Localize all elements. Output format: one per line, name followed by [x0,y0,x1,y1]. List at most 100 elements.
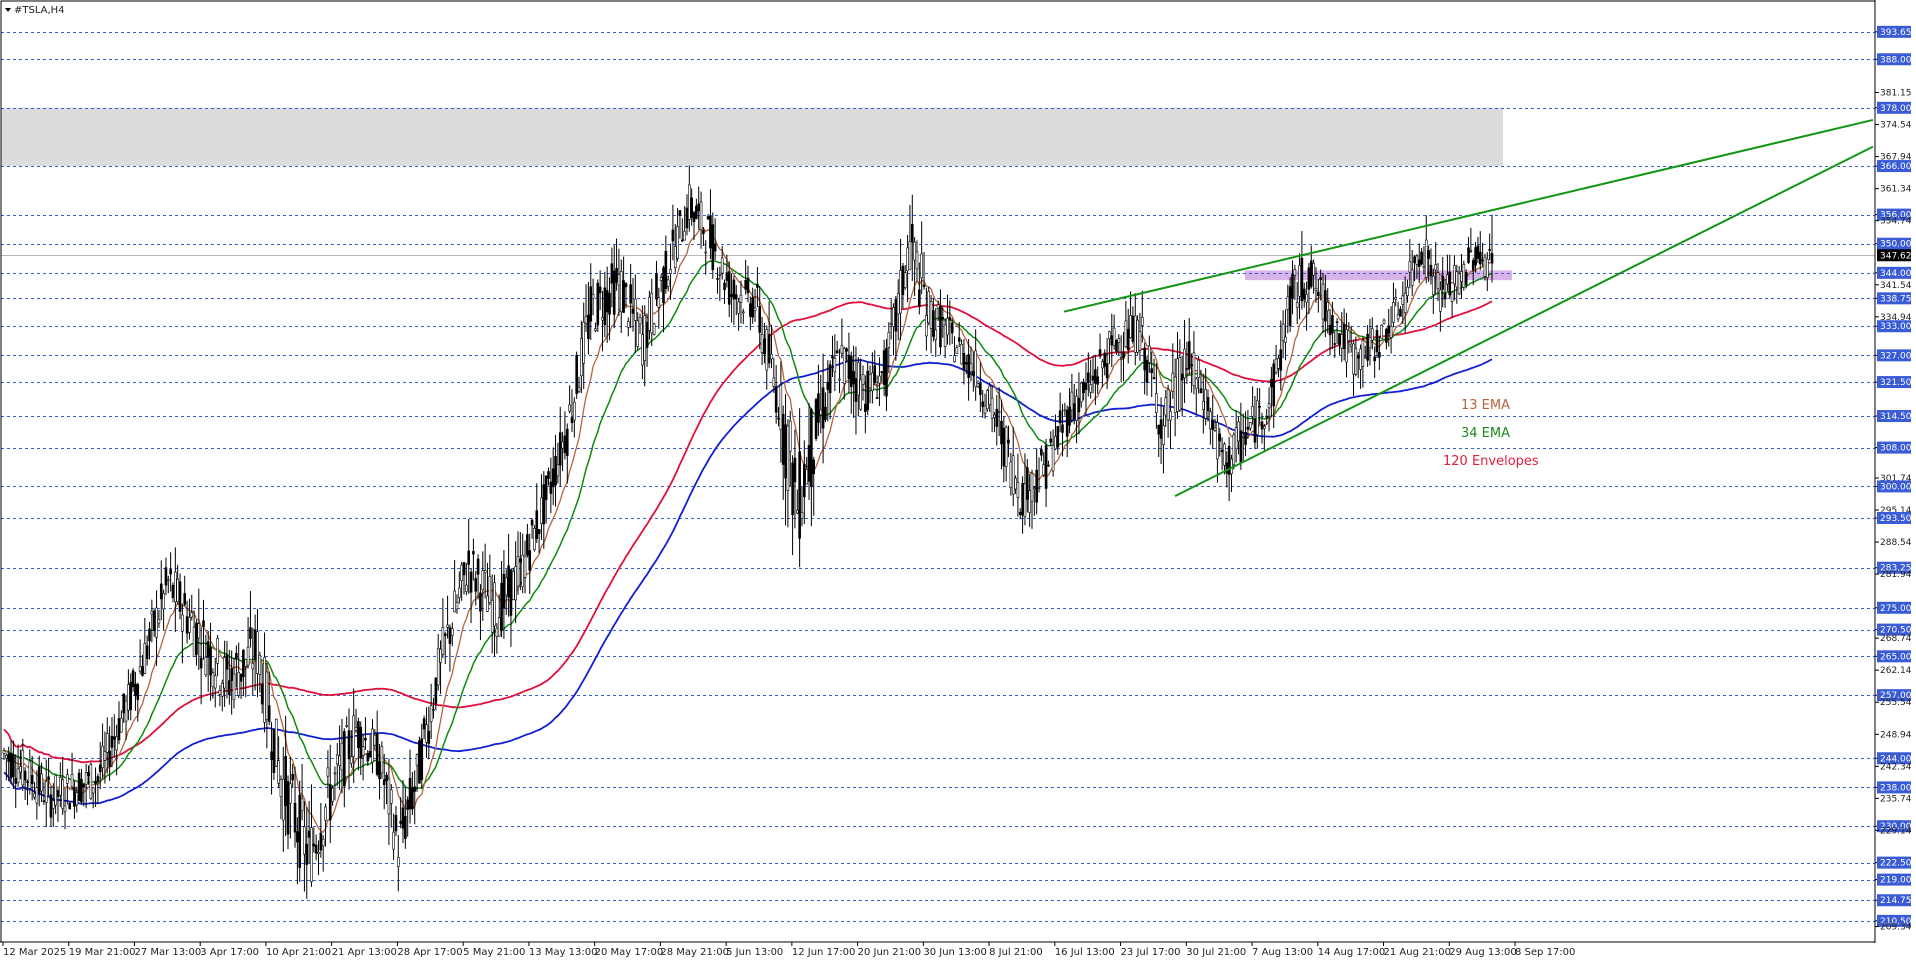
candle-body [1446,274,1449,285]
candle-body [903,272,907,288]
candle-body [1265,415,1268,418]
candle-body [1082,381,1085,394]
candle-body [469,571,473,593]
candle-body [1037,487,1041,489]
candle-body [803,464,806,498]
candle-body [1061,424,1064,433]
candle-body [1314,287,1318,291]
candle-body [44,781,48,803]
candle-body [612,270,616,315]
candle-body [324,806,327,821]
time-tick-label: 3 Apr 17:00 [200,947,259,958]
candle-body [1136,319,1139,353]
candle-body [892,307,895,327]
candle-body [1110,335,1114,346]
candle-body [770,353,773,360]
candle-body [1333,343,1337,345]
price-tick-label: 268.74 [1880,634,1912,644]
candle-body [725,272,729,281]
candle-body [195,622,198,655]
candle-body [565,428,569,456]
candle-body [558,432,562,466]
candle-body [307,830,311,838]
candle-body [1392,302,1395,323]
candle-body [774,386,778,413]
candle-body [134,683,137,696]
candle-body [1309,260,1313,287]
candle-body [129,681,133,711]
candle-body [230,668,233,681]
candle-body [657,297,661,308]
candle-body [1143,347,1146,371]
candle-body [166,579,170,582]
candle-body [213,675,217,689]
candle-body [361,746,365,756]
candle-body [389,789,393,804]
candle-body [105,733,109,753]
candle-body [765,329,769,371]
candle-body [908,241,912,270]
candle-body [23,770,27,781]
candle-body [1112,327,1116,346]
candle-body [990,397,994,419]
candle-body [40,773,43,792]
candle-body [411,787,414,810]
candle-body [110,735,114,748]
time-tick-label: 23 Jul 17:00 [1121,947,1181,958]
candle-body [164,567,168,586]
candle-body [1223,443,1226,466]
candle-body [995,408,999,427]
candle-body [481,570,485,590]
candle-body [1169,410,1172,421]
price-tick-label: 327.00 [1880,351,1912,361]
candle-body [678,210,682,217]
candle-body [631,308,635,314]
price-tick-label: 338.75 [1880,294,1912,304]
time-tick-label: 20 May 17:00 [595,947,664,958]
candle-body [335,754,339,765]
candle-body [1002,428,1006,467]
candle-body [1478,251,1482,265]
candle-body [1218,433,1222,442]
candle-body [465,584,468,592]
candle-body [1375,330,1379,353]
price-tick-label: 374.54 [1880,121,1912,131]
candle-body [174,571,177,603]
candle-body [399,820,402,824]
candle-body [864,403,867,412]
candle-body [1410,269,1414,286]
candle-body [695,205,698,220]
candle-body [857,362,860,396]
candle-body [896,293,900,315]
price-tick-label: 321.50 [1880,378,1912,388]
candle-body [861,374,865,385]
candle-body [94,780,97,785]
time-tick-label: 14 Aug 17:00 [1318,947,1385,958]
candle-body [479,592,482,612]
candle-body [1253,418,1257,443]
candle-body [1051,444,1055,472]
candle-body [805,469,808,485]
candle-body [913,241,916,261]
candle-body [1131,315,1135,342]
current-price-label: 347.62 [1880,251,1912,261]
candle-body [1293,269,1297,276]
candle-body [19,766,22,773]
candle-body [202,620,205,627]
candle-body [983,405,987,414]
candle-body [1148,345,1151,363]
candle-body [1248,422,1252,429]
candle-body [1312,262,1315,276]
time-tick-label: 13 May 13:00 [529,947,598,958]
candle-body [842,348,846,384]
candle-body [1237,421,1240,442]
candle-body [955,347,959,354]
candle-body [878,375,881,384]
candle-body [737,301,740,314]
price-chart[interactable]: 393.65388.00381.15378.00374.54367.94366.… [0,0,1916,963]
candle-body [1164,397,1168,416]
candle-body [1049,438,1053,443]
candle-body [1096,376,1100,385]
time-tick-label: 20 Jun 21:00 [858,947,922,958]
price-tick-label: 222.50 [1880,859,1912,869]
